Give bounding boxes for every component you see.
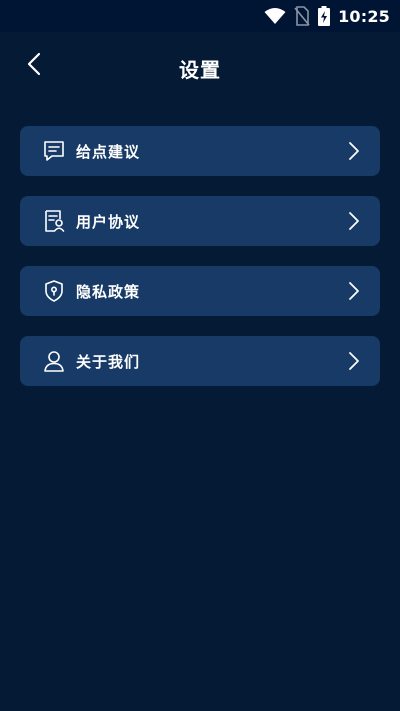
- menu-item-about-us[interactable]: 关于我们: [20, 336, 380, 386]
- chevron-right-icon: [348, 281, 360, 301]
- feedback-chat-icon: [42, 139, 66, 163]
- menu-item-user-agreement[interactable]: 用户协议: [20, 196, 380, 246]
- user-profile-icon: [42, 349, 66, 373]
- status-time: 10:25: [338, 6, 390, 26]
- menu-item-privacy-policy[interactable]: 隐私政策: [20, 266, 380, 316]
- status-bar: 10:25: [0, 0, 400, 32]
- chevron-right-icon: [348, 141, 360, 161]
- menu-item-label: 关于我们: [76, 352, 141, 371]
- chevron-right-icon: [348, 351, 360, 371]
- menu-item-label: 隐私政策: [76, 282, 141, 301]
- no-sim-icon: [294, 6, 310, 26]
- user-agreement-icon: [42, 209, 66, 233]
- page-title: 设置: [179, 58, 221, 82]
- wifi-icon: [264, 7, 286, 25]
- battery-charging-icon: [318, 6, 331, 26]
- menu-item-feedback[interactable]: 给点建议: [20, 126, 380, 176]
- privacy-shield-icon: [42, 279, 66, 303]
- menu-item-label: 给点建议: [76, 142, 141, 161]
- status-indicators: 10:25: [264, 4, 390, 28]
- header: 设置: [0, 32, 400, 100]
- chevron-right-icon: [348, 211, 360, 231]
- menu-item-label: 用户协议: [76, 212, 141, 231]
- settings-menu: 给点建议 用户协议 隐私政策 关于我们: [20, 126, 380, 406]
